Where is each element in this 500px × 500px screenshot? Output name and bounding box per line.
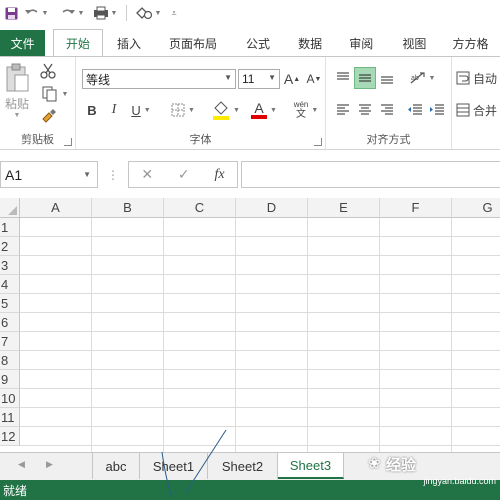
annotation-line bbox=[161, 429, 227, 499]
annotation-stroke bbox=[161, 429, 227, 499]
